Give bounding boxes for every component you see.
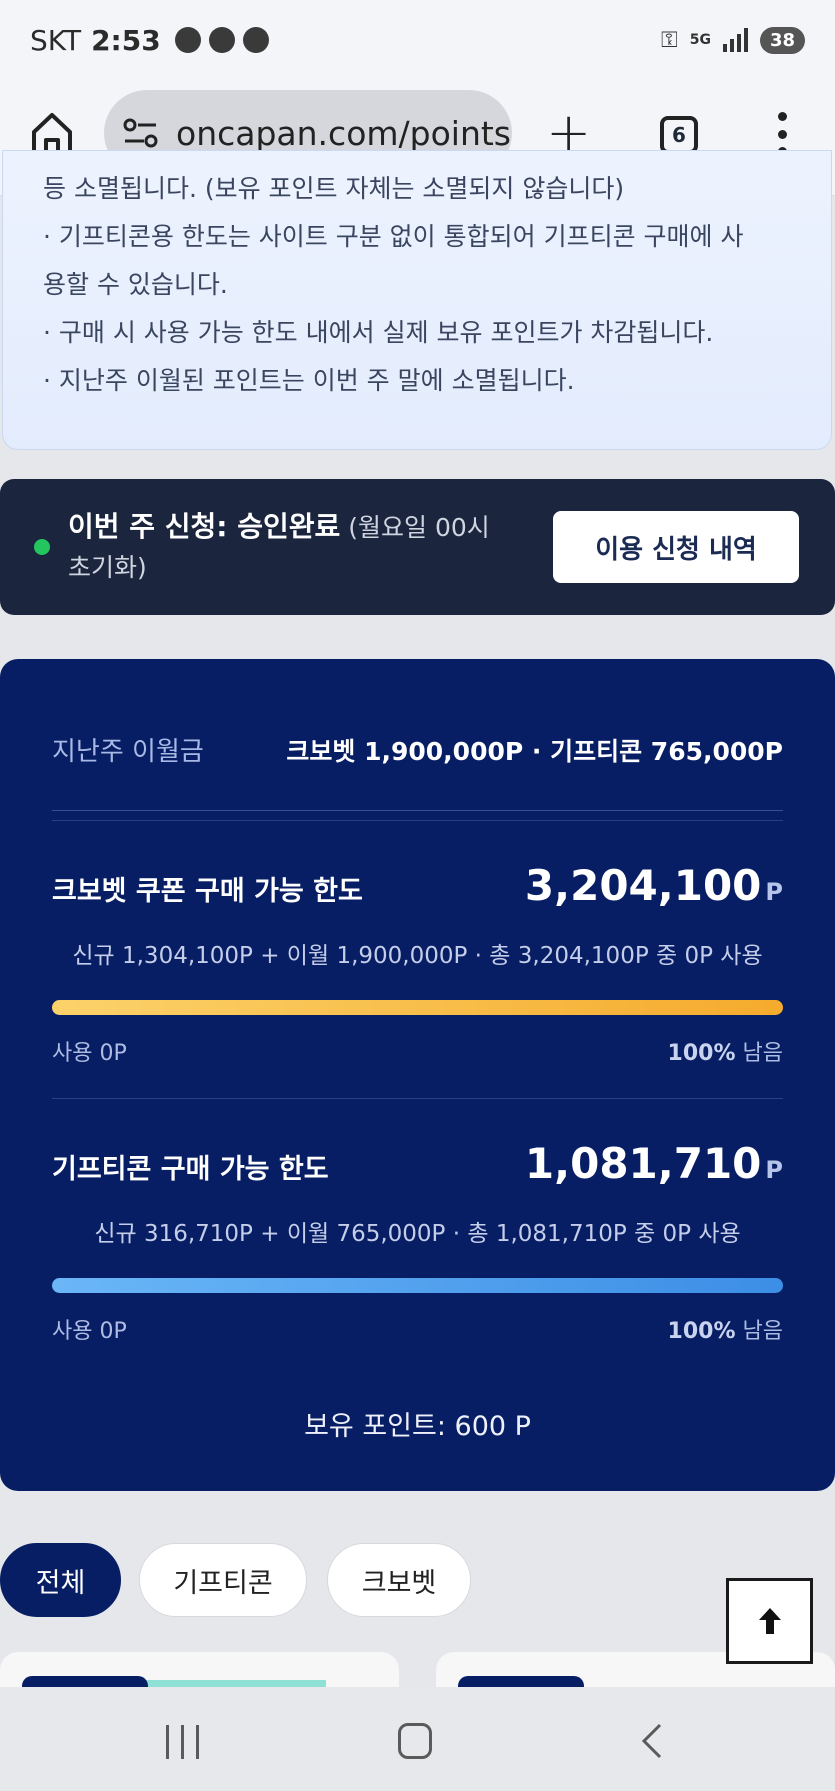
home-circle-icon[interactable]: [398, 1723, 432, 1759]
notice-line-1: · 기프티콘용 한도는 사이트 구분 없이 통합되어 기프티콘 구매에 사: [43, 222, 744, 251]
notice-line-3: · 지난주 이월된 포인트는 이번 주 말에 소멸됩니다.: [43, 366, 575, 395]
weekly-request-status: 이번 주 신청: 승인완료 (월요일 00시 초기화) 이용 신청 내역: [0, 479, 835, 615]
filter-chip-gifticon[interactable]: 기프티콘: [139, 1543, 307, 1617]
notice-card: 등 소멸됩니다. (보유 포인트 자체는 소멸되지 않습니다) · 기프티콘용 …: [2, 150, 832, 450]
vpn-key-icon: ⚿: [660, 27, 678, 53]
status-bar: SKT 2:53 ⚿ 5G 38: [0, 0, 835, 80]
krbet-progress-bar: [52, 1000, 783, 1015]
leaf-icon: [208, 27, 235, 53]
gift-used: 사용 0P: [52, 1319, 127, 1344]
holdings-points: 보유 포인트: 600 P: [304, 1411, 531, 1442]
carryover-label: 지난주 이월금: [52, 737, 204, 767]
arrow-up-icon: [758, 1608, 781, 1634]
filter-chip-all[interactable]: 전체: [0, 1543, 121, 1617]
system-nav-bar: [0, 1687, 835, 1791]
request-history-button[interactable]: 이용 신청 내역: [553, 511, 799, 583]
cloud-icon: [242, 27, 269, 53]
status-title: 이번 주 신청: 승인완료: [68, 509, 341, 543]
gift-limit-title: 기프티콘 구매 가능 한도: [52, 1154, 329, 1185]
gift-limit-amount: 1,081,710 P: [524, 1139, 783, 1188]
krbet-remaining: 100% 남음: [667, 1041, 783, 1066]
krbet-limit-breakdown: 신규 1,304,100P + 이월 1,900,000P · 총 3,204,…: [72, 943, 763, 969]
gift-remaining: 100% 남음: [667, 1319, 783, 1344]
divider: [52, 1098, 783, 1099]
talk-icon: [174, 27, 201, 53]
site-settings-icon[interactable]: [122, 116, 160, 150]
clock: 2:53: [91, 23, 161, 57]
tab-switcher-button[interactable]: 6: [660, 116, 698, 154]
filter-chip-krbet[interactable]: 크보벳: [327, 1543, 471, 1617]
divider: [52, 820, 783, 821]
notice-cut-line: 등 소멸됩니다. (보유 포인트 자체는 소멸되지 않습니다): [43, 174, 625, 203]
krbet-used: 사용 0P: [52, 1041, 127, 1066]
network-type: 5G: [689, 32, 711, 48]
krbet-limit-title: 크보벳 쿠폰 구매 가능 한도: [52, 876, 363, 907]
status-text: 이번 주 신청: 승인완료 (월요일 00시 초기화): [68, 507, 518, 588]
status-dot-icon: [34, 539, 50, 555]
points-summary-card: 지난주 이월금 크보벳 1,900,000P · 기프티콘 765,000P 크…: [0, 659, 835, 1491]
notification-icons: [174, 27, 269, 53]
gift-progress-bar: [52, 1278, 783, 1293]
gift-limit-breakdown: 신규 316,710P + 이월 765,000P · 총 1,081,710P…: [94, 1221, 741, 1247]
recents-icon[interactable]: [166, 1725, 199, 1759]
back-chevron-icon[interactable]: [634, 1721, 674, 1761]
scroll-top-button[interactable]: [726, 1578, 813, 1664]
battery-icon: 38: [759, 26, 805, 54]
krbet-limit-section: 크보벳 쿠폰 구매 가능 한도 3,204,100 P 신규 1,304,100P…: [52, 861, 783, 1067]
divider: [52, 810, 783, 811]
carryover-value: 크보벳 1,900,000P · 기프티콘 765,000P: [286, 736, 783, 766]
signal-icon: [722, 28, 748, 52]
carrier-label: SKT: [30, 23, 82, 57]
notice-line-1b: 용할 수 있습니다.: [43, 270, 228, 299]
url-text: oncapan.com/points: [176, 113, 511, 153]
gift-limit-section: 기프티콘 구매 가능 한도 1,081,710 P 신규 316,710P + 이…: [52, 1139, 783, 1345]
krbet-limit-amount: 3,204,100 P: [524, 861, 783, 910]
carryover-row: 지난주 이월금 크보벳 1,900,000P · 기프티콘 765,000P: [52, 731, 783, 768]
product-card[interactable]: [0, 1652, 399, 1692]
notice-line-2: · 구매 시 사용 가능 한도 내에서 실제 보유 포인트가 차감됩니다.: [43, 318, 714, 347]
